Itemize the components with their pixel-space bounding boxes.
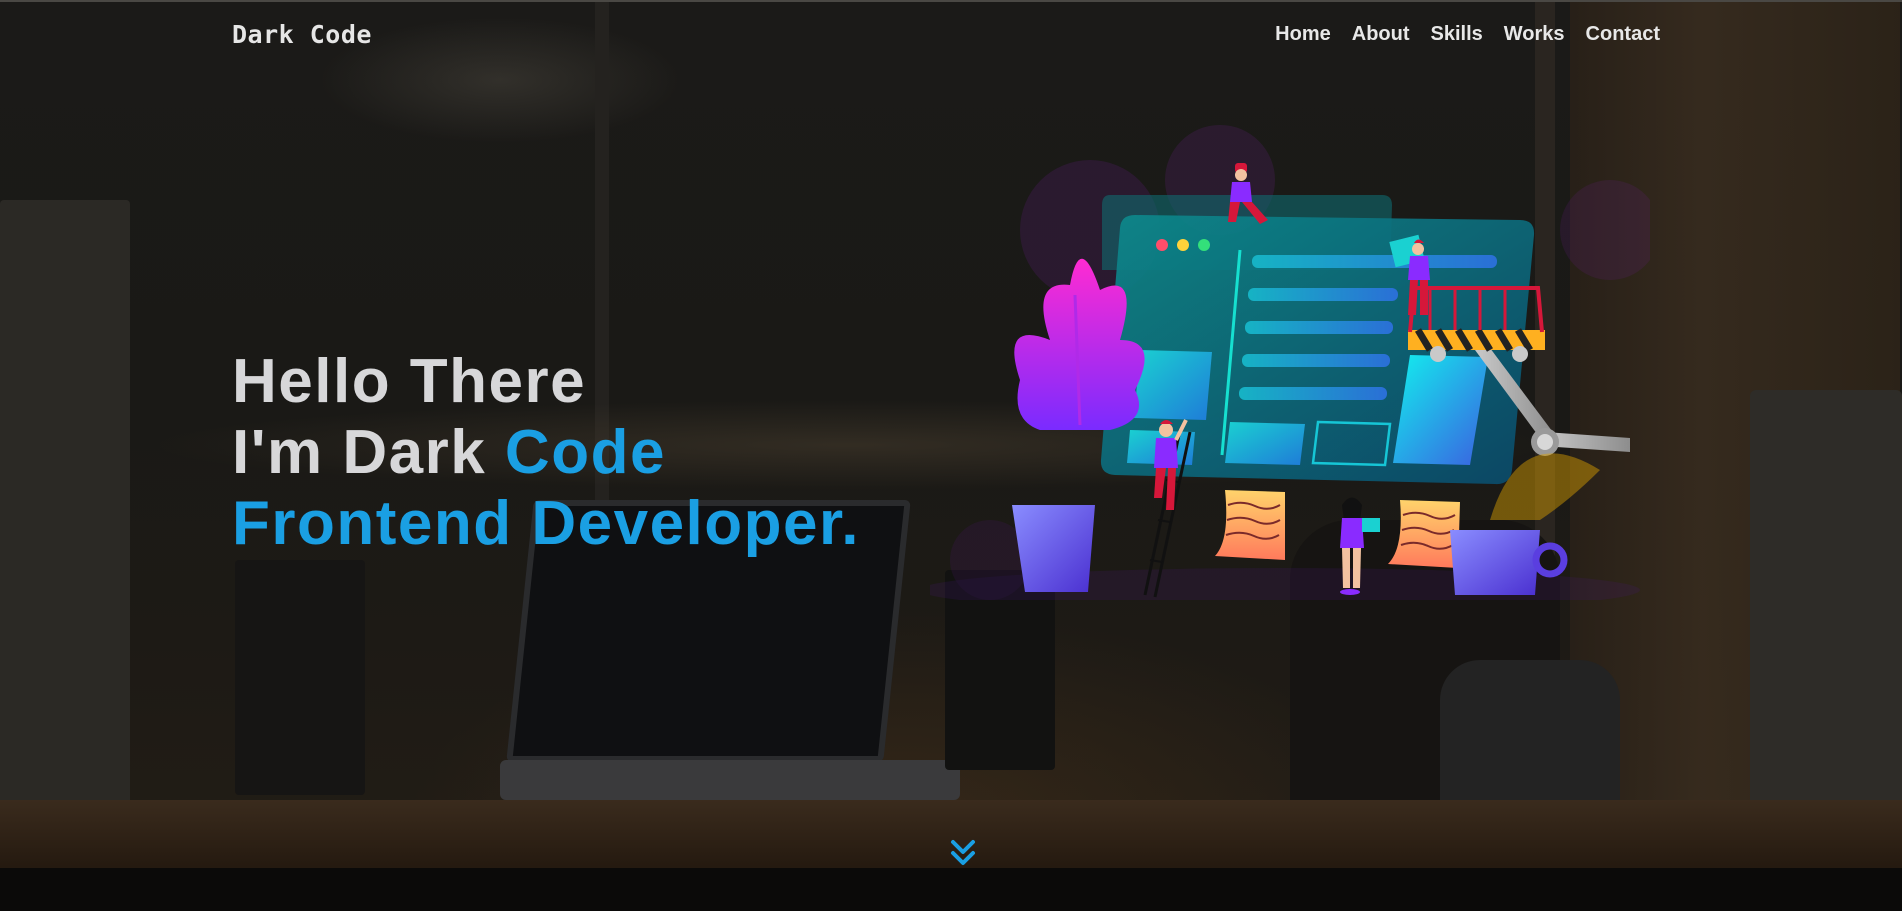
hero-headline: Hello There I'm Dark Code Frontend Devel… [232, 346, 860, 559]
headline-line-2-accent: Code [504, 418, 666, 487]
computer-tower [0, 200, 130, 810]
developer-illustration [930, 125, 1650, 600]
nav-link-contact[interactable]: Contact [1586, 23, 1660, 46]
nav-link-about[interactable]: About [1352, 23, 1410, 46]
speaker-left [235, 560, 365, 795]
paper-note-left [1215, 490, 1285, 560]
headline-line-2-prefix: I'm Dark [232, 418, 505, 487]
speaker-right [945, 570, 1055, 770]
double-chevron-down-icon[interactable] [948, 836, 978, 870]
headline-line-2: I'm Dark Code [232, 417, 860, 488]
headline-line-1: Hello There [232, 347, 587, 416]
paper-note-right [1388, 500, 1460, 568]
nav-links: Home About Skills Works Contact [1275, 23, 1660, 46]
laptop-base [500, 760, 960, 800]
brand-logo[interactable]: Dark Code [232, 20, 372, 49]
monitor-right [1750, 390, 1902, 810]
navbar: Dark Code Home About Skills Works Contac… [0, 0, 1902, 70]
nav-link-works[interactable]: Works [1504, 23, 1565, 46]
desk-bottom-shadow [0, 868, 1902, 911]
nav-link-skills[interactable]: Skills [1431, 23, 1483, 46]
headline-line-3: Frontend Developer. [232, 489, 860, 558]
nav-link-home[interactable]: Home [1275, 23, 1331, 46]
